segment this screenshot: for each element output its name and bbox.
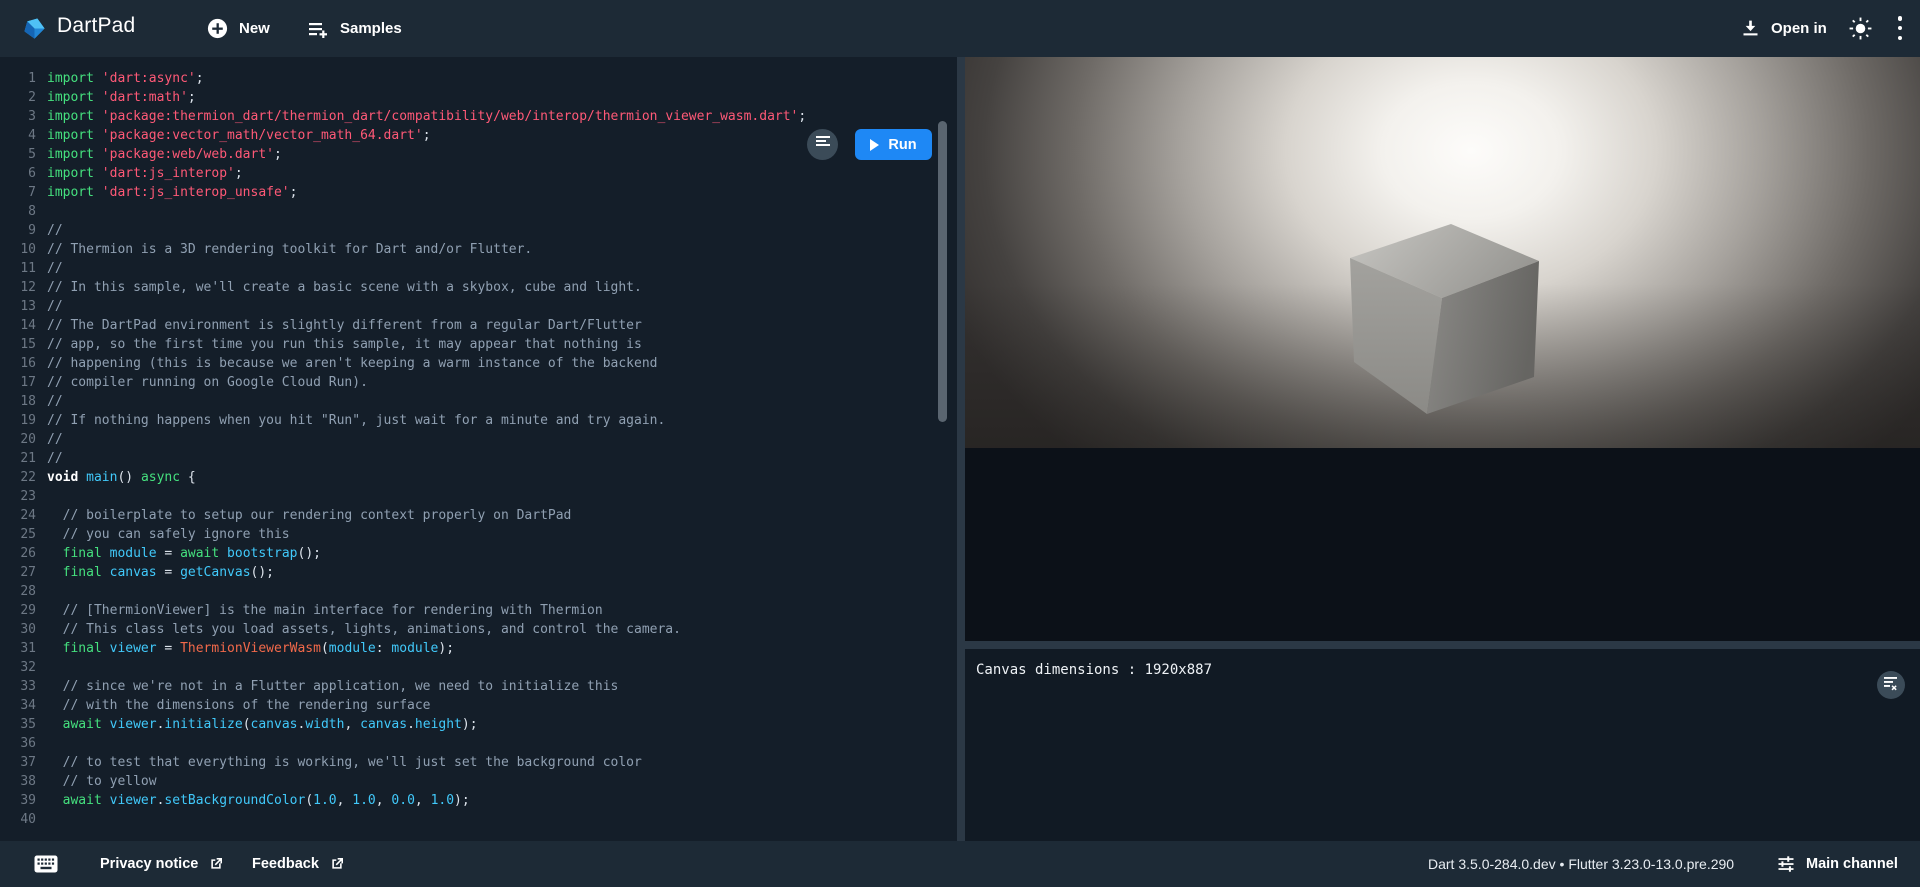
code-line: 40 [0,810,957,829]
brightness-toggle-icon[interactable] [1848,16,1873,46]
code-line: 35 await viewer.initialize(canvas.width,… [0,715,957,734]
code-line: 19// If nothing happens when you hit "Ru… [0,411,957,430]
feedback-label: Feedback [252,856,319,872]
keyboard-shortcuts-button[interactable] [34,841,58,887]
feedback-link[interactable]: Feedback [252,841,345,887]
vertical-splitter[interactable] [957,57,965,841]
code-line: 24 // boilerplate to setup our rendering… [0,506,957,525]
download-icon [1740,18,1761,39]
code-line: 31 final viewer = ThermionViewerWasm(mod… [0,639,957,658]
format-button[interactable] [807,129,838,160]
code-line: 26 final module = await bootstrap(); [0,544,957,563]
code-line: 34 // with the dimensions of the renderi… [0,696,957,715]
status-bar: Privacy notice Feedback Dart 3.5.0-284.0… [0,841,1920,887]
dartpad-app: DartPad New Samples [0,0,1920,887]
code-line: 8 [0,202,957,221]
samples-button[interactable]: Samples [306,0,402,57]
open-in-button-label: Open in [1771,20,1827,37]
run-button[interactable]: Run [855,129,932,160]
code-editor[interactable]: 1import 'dart:async';2import 'dart:math'… [0,57,957,841]
code-line: 16// happening (this is because we aren'… [0,354,957,373]
output-panel: Canvas dimensions : 1920x887 [965,57,1920,841]
code-line: 7import 'dart:js_interop_unsafe'; [0,183,957,202]
console-output: Canvas dimensions : 1920x887 [965,649,1920,841]
new-button[interactable]: New [206,0,270,57]
add-circle-icon [206,17,229,40]
console-line: Canvas dimensions : 1920x887 [976,662,1212,678]
code-line: 28 [0,582,957,601]
channel-selector[interactable]: Main channel [1776,841,1898,887]
code-line: 2import 'dart:math'; [0,88,957,107]
code-line: 33 // since we're not in a Flutter appli… [0,677,957,696]
code-line: 36 [0,734,957,753]
play-icon [870,139,879,151]
code-line: 15// app, so the first time you run this… [0,335,957,354]
code-line: 17// compiler running on Google Cloud Ru… [0,373,957,392]
editor-scrollbar[interactable] [938,121,947,422]
tune-icon [1776,854,1796,874]
code-line: 38 // to yellow [0,772,957,791]
code-line: 23 [0,487,957,506]
code-line: 37 // to test that everything is working… [0,753,957,772]
horizontal-splitter[interactable] [965,641,1920,649]
format-align-icon [815,134,831,155]
clear-console-icon [1883,675,1899,695]
code-line: 13// [0,297,957,316]
code-line: 39 await viewer.setBackgroundColor(1.0, … [0,791,957,810]
dartpad-logo-icon [23,17,46,40]
top-bar: DartPad New Samples [0,0,1920,57]
code-line: 25 // you can safely ignore this [0,525,957,544]
code-line: 14// The DartPad environment is slightly… [0,316,957,335]
code-line: 30 // This class lets you load assets, l… [0,620,957,639]
open-in-new-icon [329,856,345,872]
cube-3d [965,57,1920,448]
code-line: 11// [0,259,957,278]
keyboard-icon [34,855,58,873]
code-line: 18// [0,392,957,411]
code-line: 6import 'dart:js_interop'; [0,164,957,183]
overflow-menu-button[interactable] [1893,16,1907,40]
render-canvas[interactable] [965,57,1920,448]
code-line: 1import 'dart:async'; [0,69,957,88]
open-in-button[interactable]: Open in [1740,0,1827,57]
version-info: Dart 3.5.0-284.0.dev • Flutter 3.23.0-13… [1428,841,1734,887]
code-line: 9// [0,221,957,240]
playlist-add-icon [306,17,330,41]
open-in-new-icon [208,856,224,872]
code-line: 21// [0,449,957,468]
run-button-label: Run [888,137,916,153]
code-line: 12// In this sample, we'll create a basi… [0,278,957,297]
code-line: 10// Thermion is a 3D rendering toolkit … [0,240,957,259]
privacy-notice-label: Privacy notice [100,856,198,872]
code-line: 22void main() async { [0,468,957,487]
code-line: 20// [0,430,957,449]
code-line: 27 final canvas = getCanvas(); [0,563,957,582]
code-line: 29 // [ThermionViewer] is the main inter… [0,601,957,620]
page-title: DartPad [57,14,135,38]
code-line: 3import 'package:thermion_dart/thermion_… [0,107,957,126]
clear-console-button[interactable] [1877,671,1905,699]
code-line: 32 [0,658,957,677]
new-button-label: New [239,20,270,37]
channel-label: Main channel [1806,856,1898,872]
code-lines: 1import 'dart:async';2import 'dart:math'… [0,69,957,829]
samples-button-label: Samples [340,20,402,37]
privacy-notice-link[interactable]: Privacy notice [100,841,224,887]
